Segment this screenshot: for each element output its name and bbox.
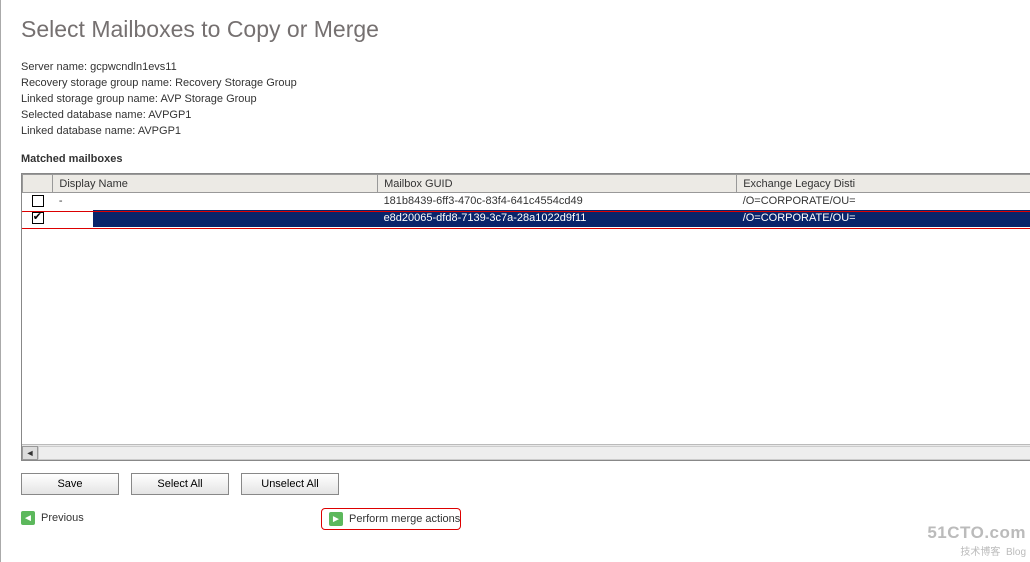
matched-heading: Matched mailboxes — [21, 153, 1030, 165]
unselect-all-button[interactable]: Unselect All — [241, 473, 339, 495]
col-legacy-dn[interactable]: Exchange Legacy Disti — [737, 175, 1030, 193]
server-label: Server name: — [21, 61, 87, 73]
sdb-value: AVPGP1 — [148, 109, 191, 121]
sdb-label: Selected database name: — [21, 109, 146, 121]
button-row: Save Select All Unselect All — [21, 473, 1030, 495]
table-row[interactable] — [23, 227, 1030, 244]
main-pane: Select Mailboxes to Copy or Merge Server… — [1, 0, 1030, 562]
cell-name — [53, 227, 378, 244]
rsg-value: Recovery Storage Group — [175, 77, 297, 89]
table-row[interactable]: e8d20065-dfd8-7139-3c7a-28a1022d9f11 /O=… — [23, 210, 1030, 227]
cell-name: - — [53, 193, 378, 210]
merge-label: Perform merge actions — [349, 513, 460, 525]
lsg-value: AVP Storage Group — [160, 93, 256, 105]
lsg-label: Linked storage group name: — [21, 93, 158, 105]
cell-legacy: /O=CORPORATE/OU= — [737, 210, 1030, 227]
rsg-label: Recovery storage group name: — [21, 77, 172, 89]
col-check[interactable] — [23, 175, 53, 193]
server-value: gcpwcndln1evs11 — [90, 61, 177, 73]
h-scrollbar[interactable]: ◄ ► — [22, 444, 1030, 460]
info-block: Server name: gcpwcndln1evs11 Recovery st… — [21, 59, 1030, 139]
select-all-button[interactable]: Select All — [131, 473, 229, 495]
table-row[interactable]: - 181b8439-6ff3-470c-83f4-641c4554cd49 /… — [23, 193, 1030, 210]
cell-name — [53, 210, 378, 227]
row-checkbox[interactable] — [32, 212, 44, 224]
row-checkbox[interactable] — [32, 195, 44, 207]
previous-label: Previous — [41, 512, 84, 524]
perform-merge-link[interactable]: ► Perform merge actions — [321, 508, 468, 530]
cell-guid: e8d20065-dfd8-7139-3c7a-28a1022d9f11 — [378, 210, 737, 227]
cell-guid — [378, 227, 737, 244]
arrow-right-icon: ► — [329, 512, 343, 526]
col-mailbox-guid[interactable]: Mailbox GUID — [378, 175, 737, 193]
cell-legacy — [737, 227, 1030, 244]
ldb-label: Linked database name: — [21, 125, 135, 137]
scroll-left-icon[interactable]: ◄ — [22, 446, 38, 460]
cell-legacy: /O=CORPORATE/OU= — [737, 193, 1030, 210]
nav-row: ◄ Previous ► Perform merge actions — [21, 511, 1030, 525]
previous-link[interactable]: ◄ Previous — [21, 511, 84, 525]
page-title: Select Mailboxes to Copy or Merge — [21, 16, 1030, 43]
col-display-name[interactable]: Display Name — [53, 175, 378, 193]
mailbox-table-wrap: Display Name Mailbox GUID Exchange Legac… — [21, 173, 1030, 461]
ldb-value: AVPGP1 — [138, 125, 181, 137]
cell-guid: 181b8439-6ff3-470c-83f4-641c4554cd49 — [378, 193, 737, 210]
scroll-track[interactable] — [38, 446, 1030, 460]
arrow-left-icon: ◄ — [21, 511, 35, 525]
save-button[interactable]: Save — [21, 473, 119, 495]
mailbox-table: Display Name Mailbox GUID Exchange Legac… — [22, 174, 1030, 244]
